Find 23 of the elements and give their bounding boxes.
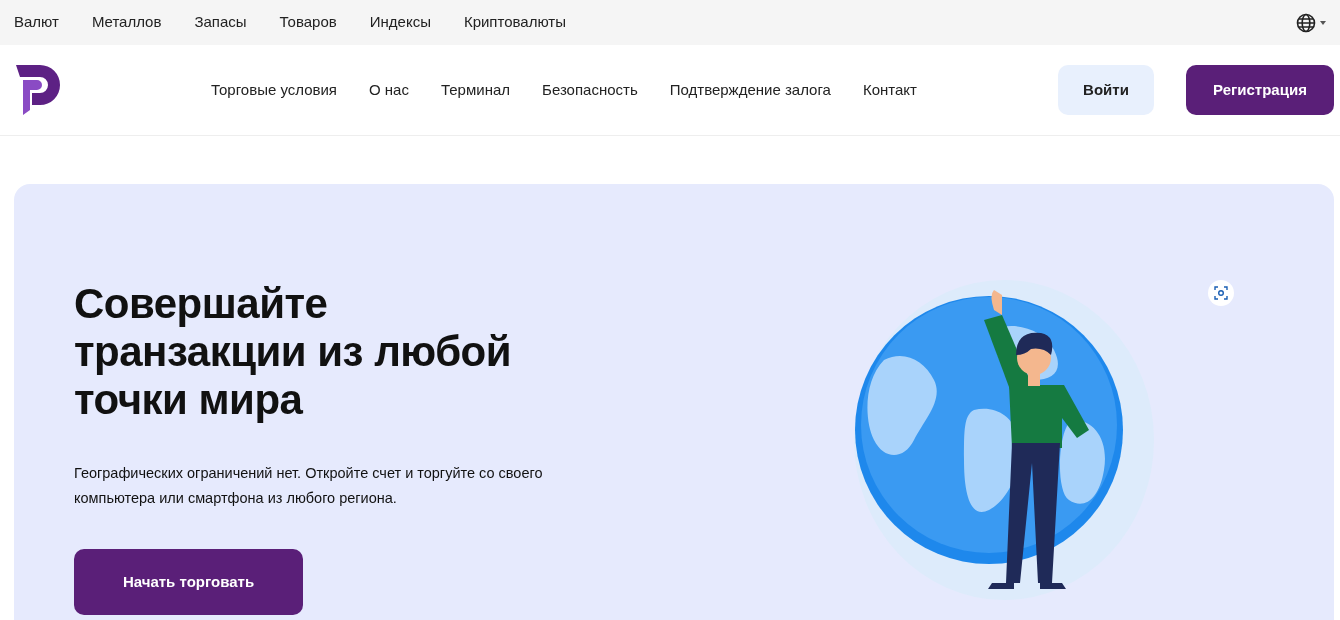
- category-link[interactable]: Валют: [14, 11, 59, 34]
- category-link[interactable]: Криптовалюты: [463, 11, 566, 34]
- language-selector[interactable]: [1296, 12, 1326, 33]
- category-link[interactable]: Индексы: [369, 11, 431, 34]
- login-button[interactable]: Войти: [1058, 65, 1154, 115]
- nav-link[interactable]: Торговые условия: [211, 78, 337, 102]
- hero-description: Географических ограничений нет. Откройте счет и торгуйте со своего компьютера или смартфона из любого региона.: [74, 464, 544, 508]
- hero-heading: Совершайте транзакции из любой точки мира: [74, 280, 513, 424]
- image-search-button[interactable]: [1208, 280, 1234, 306]
- category-link[interactable]: Металлов: [91, 11, 162, 34]
- logo-icon: [16, 65, 61, 115]
- nav-link[interactable]: О нас: [369, 78, 409, 102]
- register-button[interactable]: Регистрация: [1186, 65, 1334, 115]
- start-trading-button[interactable]: Начать торговать: [74, 549, 303, 615]
- nav-link[interactable]: Безопасность: [542, 78, 638, 102]
- lens-icon: [1214, 286, 1228, 300]
- caret-icon: [1320, 20, 1326, 25]
- globe-icon: [1296, 12, 1316, 33]
- category-link[interactable]: Товаров: [279, 11, 337, 34]
- nav-link[interactable]: Подтверждение залога: [669, 78, 831, 102]
- nav-link[interactable]: Контакт: [862, 78, 917, 102]
- category-link[interactable]: Запасы: [194, 11, 247, 34]
- nav-link[interactable]: Терминал: [440, 78, 511, 102]
